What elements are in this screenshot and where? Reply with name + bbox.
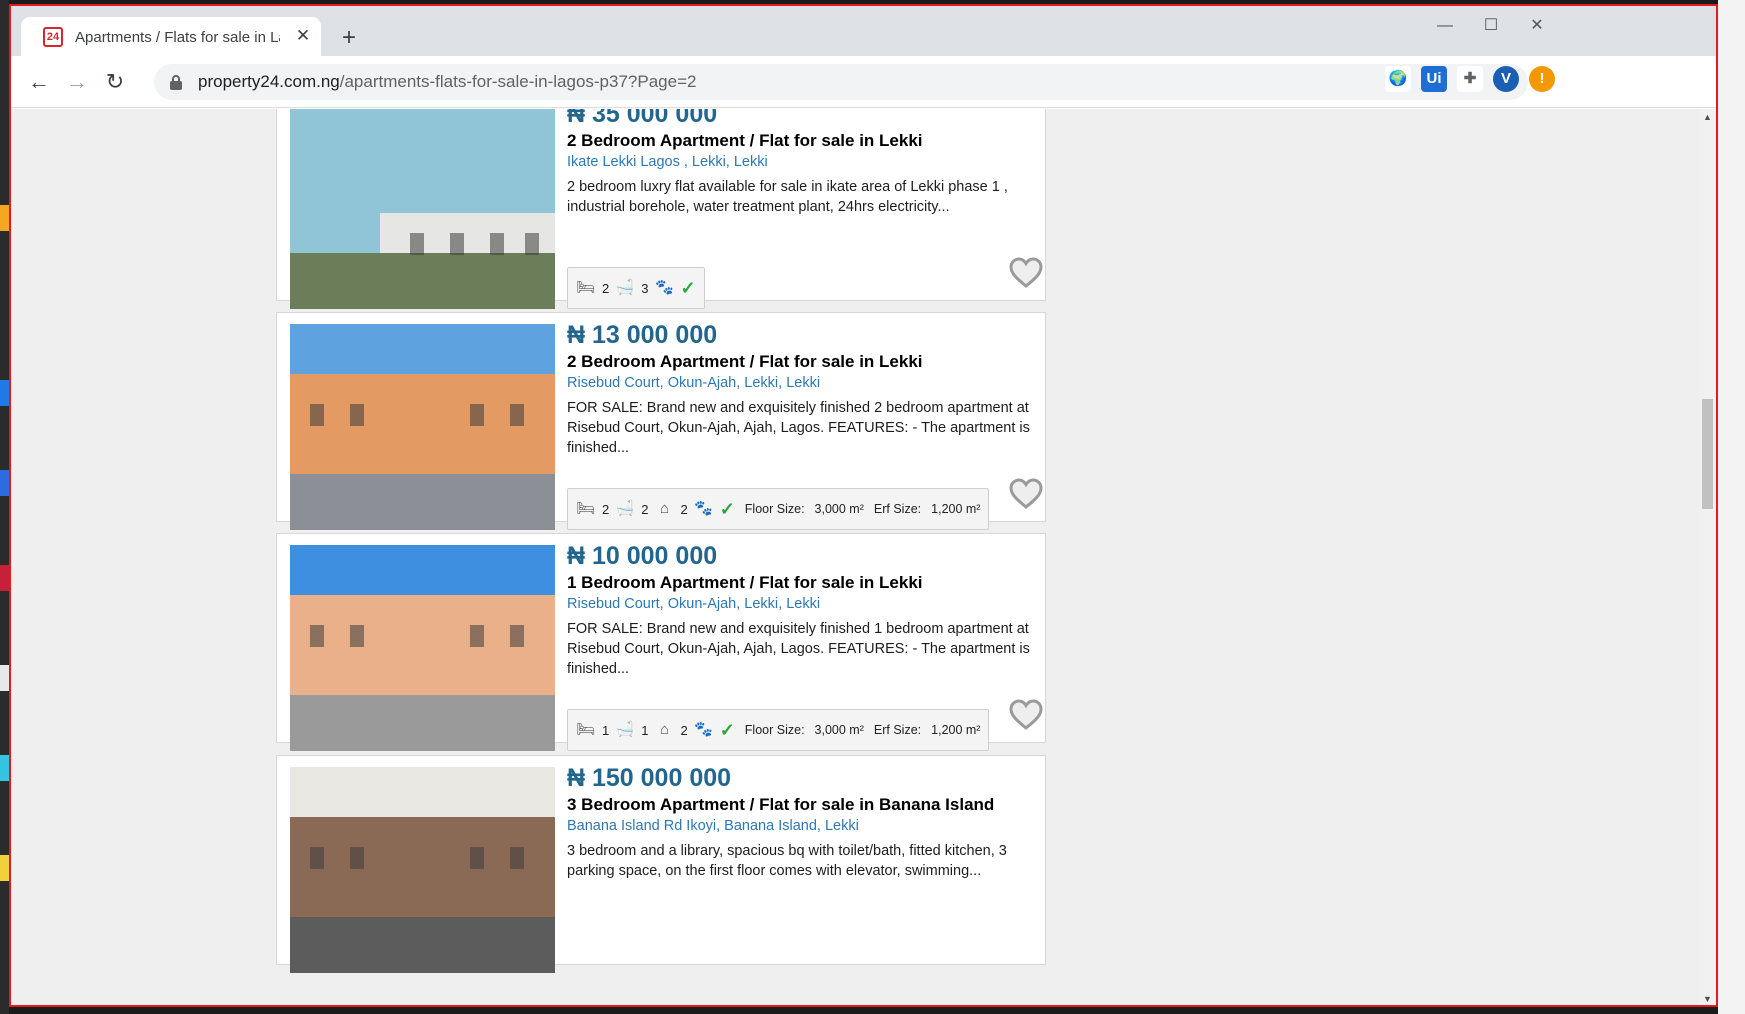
lock-icon[interactable] xyxy=(170,75,182,90)
earth-extension-icon[interactable]: 🌍 xyxy=(1385,66,1411,92)
listing-features: 🛏 2 🛁 3 🐾 ✓ xyxy=(567,267,705,309)
bedroom-count: 2 xyxy=(602,501,610,517)
pet-friendly-paw-icon: 🐾 xyxy=(655,279,674,296)
tab-title: Apartments / Flats for sale in Lagos xyxy=(75,29,280,46)
listing-features: 🛏 1 🛁 1 ⌂ 2 🐾 ✓ Floor Size: 3,000 m² Erf Si… xyxy=(567,709,990,751)
bathroom-count: 3 xyxy=(641,280,649,296)
erf-size-label: Erf Size: xyxy=(873,723,922,737)
listing-card[interactable]: ₦ 13 000 000 2 Bedroom Apartment / Flat … xyxy=(276,312,1046,530)
listing-location[interactable]: Banana Island Rd Ikoyi, Banana Island, L… xyxy=(567,818,859,834)
bedroom-count: 2 xyxy=(602,280,610,296)
pets-allowed-check-icon: ✓ xyxy=(719,498,735,519)
listing-card[interactable]: ₦ 150 000 000 3 Bedroom Apartment / Flat… xyxy=(276,755,1046,973)
favourite-heart-icon[interactable] xyxy=(1009,257,1043,289)
bed-icon: 🛏 xyxy=(576,500,596,517)
scrollbar-thumb[interactable] xyxy=(1702,399,1713,509)
uipath-extension-icon[interactable]: Ui xyxy=(1421,66,1447,92)
page-content: ₦ 35 000 000 2 Bedroom Apartment / Flat … xyxy=(11,109,1716,1005)
listing-location[interactable]: Risebud Court, Okun-Ajah, Lekki, Lekki xyxy=(567,596,820,612)
bath-icon: 🛁 xyxy=(615,500,635,517)
listing-photo[interactable] xyxy=(290,545,555,751)
listing-description: FOR SALE: Brand new and exquisitely fini… xyxy=(567,400,1030,456)
reload-button[interactable]: ↻ xyxy=(101,68,129,96)
floor-size-value: 3,000 m² xyxy=(814,502,864,516)
listing-photo[interactable] xyxy=(290,767,555,973)
listing-location[interactable]: Ikate Lekki Lagos , Lekki, Lekki xyxy=(567,154,768,170)
garage-count: 2 xyxy=(680,722,688,738)
desktop-taskbar-edge xyxy=(0,0,9,1014)
floor-size-value: 3,000 m² xyxy=(814,723,864,737)
listing-location[interactable]: Risebud Court, Okun-Ajah, Lekki, Lekki xyxy=(567,375,820,391)
minimize-button[interactable]: — xyxy=(1422,12,1468,40)
url-path: /apartments-flats-for-sale-in-lagos-p37?… xyxy=(339,72,697,91)
window-close-button[interactable]: ✕ xyxy=(1514,12,1560,40)
garage-icon: ⌂ xyxy=(659,721,669,738)
garage-count: 2 xyxy=(680,501,688,517)
scroll-up-arrow-icon[interactable]: ▲ xyxy=(1699,109,1716,125)
pet-friendly-paw-icon: 🐾 xyxy=(694,721,714,738)
forward-button[interactable]: → xyxy=(63,68,91,96)
bed-icon: 🛏 xyxy=(576,279,596,296)
listing-title[interactable]: 2 Bedroom Apartment / Flat for sale in L… xyxy=(567,352,923,372)
update-alert-icon[interactable]: ! xyxy=(1529,66,1555,92)
listing-title[interactable]: 2 Bedroom Apartment / Flat for sale in L… xyxy=(567,131,923,151)
listing-title[interactable]: 1 Bedroom Apartment / Flat for sale in L… xyxy=(567,573,923,593)
scroll-down-arrow-icon[interactable]: ▼ xyxy=(1699,991,1716,1005)
bath-icon: 🛁 xyxy=(615,721,635,738)
bedroom-count: 1 xyxy=(602,722,610,738)
tab-close-icon[interactable]: ✕ xyxy=(291,24,315,48)
desktop-background-right xyxy=(1718,0,1745,1014)
listing-photo[interactable] xyxy=(290,109,555,309)
tab-strip: 24 Apartments / Flats for sale in Lagos … xyxy=(11,6,1716,56)
listing-features: 🛏 2 🛁 2 ⌂ 2 🐾 ✓ Floor Size: 3,000 m² Erf Si… xyxy=(567,488,990,530)
url-text[interactable]: property24.com.ng/apartments-flats-for-s… xyxy=(198,72,696,92)
back-button[interactable]: ← xyxy=(25,68,53,96)
erf-size-value: 1,200 m² xyxy=(931,723,981,737)
maximize-button[interactable]: ☐ xyxy=(1468,12,1514,40)
listing-price[interactable]: ₦ 35 000 000 xyxy=(567,109,717,129)
puzzle-extension-icon[interactable]: ✚ xyxy=(1457,66,1483,92)
property24-favicon-icon: 24 xyxy=(43,27,63,47)
floor-size-label: Floor Size: xyxy=(744,723,805,737)
garage-icon: ⌂ xyxy=(659,500,669,517)
favourite-heart-icon[interactable] xyxy=(1009,478,1043,510)
bath-icon: 🛁 xyxy=(615,279,635,296)
page-scrollbar[interactable]: ▲ ▼ xyxy=(1699,109,1716,1005)
pets-allowed-check-icon: ✓ xyxy=(680,277,696,298)
listing-description: FOR SALE: Brand new and exquisitely fini… xyxy=(567,621,1030,677)
bathroom-count: 1 xyxy=(641,722,649,738)
browser-window: 24 Apartments / Flats for sale in Lagos … xyxy=(9,4,1718,1007)
listing-card[interactable]: ₦ 10 000 000 1 Bedroom Apartment / Flat … xyxy=(276,533,1046,751)
pet-friendly-paw-icon: 🐾 xyxy=(694,500,714,517)
new-tab-button[interactable]: + xyxy=(335,24,363,52)
bathroom-count: 2 xyxy=(641,501,649,517)
erf-size-value: 1,200 m² xyxy=(931,502,981,516)
bed-icon: 🛏 xyxy=(576,721,596,738)
listing-description: 2 bedroom luxry flat available for sale … xyxy=(567,179,1008,215)
tab-active[interactable]: 24 Apartments / Flats for sale in Lagos … xyxy=(21,17,321,56)
listing-card[interactable]: ₦ 35 000 000 2 Bedroom Apartment / Flat … xyxy=(276,109,1046,309)
listing-price[interactable]: ₦ 10 000 000 xyxy=(567,542,717,571)
listing-price[interactable]: ₦ 150 000 000 xyxy=(567,764,731,793)
pets-allowed-check-icon: ✓ xyxy=(719,719,735,740)
listing-description: 3 bedroom and a library, spacious bq wit… xyxy=(567,843,1007,879)
profile-avatar[interactable]: V xyxy=(1493,66,1519,92)
erf-size-label: Erf Size: xyxy=(873,502,922,516)
url-domain: property24.com.ng xyxy=(198,72,340,91)
address-bar[interactable]: property24.com.ng/apartments-flats-for-s… xyxy=(154,64,1528,100)
floor-size-label: Floor Size: xyxy=(744,502,805,516)
listing-title[interactable]: 3 Bedroom Apartment / Flat for sale in B… xyxy=(567,795,994,815)
listing-price[interactable]: ₦ 13 000 000 xyxy=(567,321,717,350)
favourite-heart-icon[interactable] xyxy=(1009,699,1043,731)
listing-photo[interactable] xyxy=(290,324,555,530)
